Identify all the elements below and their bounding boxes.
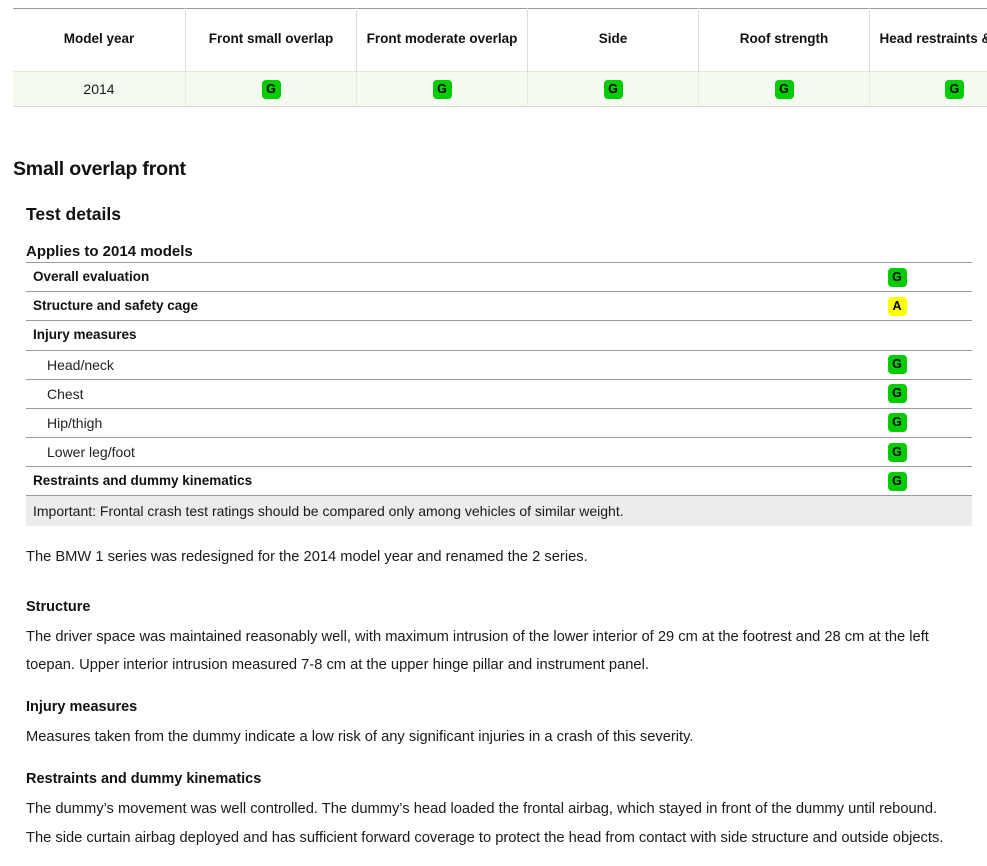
rating-badge: G xyxy=(888,268,907,287)
detail-rating-overall-evaluation: G xyxy=(886,268,908,287)
list-item: Overall evaluation G xyxy=(26,262,972,291)
rating-badge: G xyxy=(888,443,907,462)
applies-to-heading: Applies to 2014 models xyxy=(26,243,193,260)
list-item: Injury measures xyxy=(26,320,972,349)
rating-badge: G xyxy=(888,413,907,432)
rating-badge-side: G xyxy=(604,80,623,99)
test-narrative: The BMW 1 series was redesigned for the … xyxy=(26,543,953,866)
cell-front-small-overlap: G xyxy=(186,72,357,107)
vehicle-ratings-summary-table: Model year Front small overlap Front mod… xyxy=(13,8,962,107)
important-note-bar: Important: Frontal crash test ratings sh… xyxy=(26,495,972,526)
narrative-heading-restraints-and-dummy-kinematics: Restraints and dummy kinematics xyxy=(26,766,953,792)
detail-rating-structure-and-safety-cage: A xyxy=(886,297,908,316)
cell-head-restraints-seats: G xyxy=(870,72,987,107)
rating-badge-roof-strength: G xyxy=(775,80,794,99)
narrative-block-structure: Structure The driver space was maintaine… xyxy=(26,594,953,680)
list-item: Restraints and dummy kinematics G xyxy=(26,466,972,495)
cell-model-year: 2014 xyxy=(13,72,186,107)
rating-badge: G xyxy=(888,472,907,491)
detail-label-restraints-and-dummy-kinematics: Restraints and dummy kinematics xyxy=(33,467,252,495)
list-item: Chest G xyxy=(26,379,972,408)
summary-table-body: 2014 G G G G G xyxy=(13,72,987,107)
cell-roof-strength: G xyxy=(699,72,870,107)
detail-label-lower-leg-foot: Lower leg/foot xyxy=(47,438,135,466)
detail-rating-head-neck: G xyxy=(886,355,908,374)
column-header-side: Side xyxy=(528,9,699,72)
detail-label-overall-evaluation: Overall evaluation xyxy=(33,263,149,291)
rating-badge-front-moderate-overlap: G xyxy=(433,80,452,99)
list-item: Structure and safety cage A xyxy=(26,291,972,320)
list-item: Hip/thigh G xyxy=(26,408,972,437)
test-details-rating-list: Overall evaluation G Structure and safet… xyxy=(26,262,972,496)
detail-rating-lower-leg-foot: G xyxy=(886,443,908,462)
column-header-model-year: Model year xyxy=(13,9,186,72)
list-item: Head/neck G xyxy=(26,350,972,379)
rating-badge-head-restraints-seats: G xyxy=(945,80,964,99)
summary-table-head: Model year Front small overlap Front mod… xyxy=(13,9,987,72)
narrative-text-structure: The driver space was maintained reasonab… xyxy=(26,623,953,680)
column-header-roof-strength: Roof strength xyxy=(699,9,870,72)
column-header-head-restraints-seats: Head restraints & seats xyxy=(870,9,987,72)
narrative-heading-structure: Structure xyxy=(26,594,953,620)
page-title: Small overlap front xyxy=(13,158,186,181)
cell-side: G xyxy=(528,72,699,107)
column-header-front-moderate-overlap: Front moderate overlap xyxy=(357,9,528,72)
test-details-heading: Test details xyxy=(26,204,121,225)
narrative-block-restraints-and-dummy-kinematics: Restraints and dummy kinematics The dumm… xyxy=(26,766,953,852)
detail-label-structure-and-safety-cage: Structure and safety cage xyxy=(33,292,198,320)
summary-header-row: Model year Front small overlap Front mod… xyxy=(13,9,987,72)
narrative-text-restraints-and-dummy-kinematics: The dummy’s movement was well controlled… xyxy=(26,795,953,852)
detail-label-hip-thigh: Hip/thigh xyxy=(47,409,102,437)
narrative-block-injury-measures: Injury measures Measures taken from the … xyxy=(26,694,953,752)
important-note-text: Important: Frontal crash test ratings sh… xyxy=(33,496,624,526)
column-header-front-small-overlap: Front small overlap xyxy=(186,9,357,72)
rating-badge: A xyxy=(888,297,907,316)
rating-badge: G xyxy=(888,355,907,374)
detail-rating-chest: G xyxy=(886,384,908,403)
detail-rating-hip-thigh: G xyxy=(886,413,908,432)
rating-badge-front-small-overlap: G xyxy=(262,80,281,99)
detail-label-chest: Chest xyxy=(47,380,84,408)
narrative-heading-injury-measures: Injury measures xyxy=(26,694,953,720)
narrative-text-injury-measures: Measures taken from the dummy indicate a… xyxy=(26,723,953,752)
summary-table: Model year Front small overlap Front mod… xyxy=(13,8,987,107)
intro-paragraph: The BMW 1 series was redesigned for the … xyxy=(26,543,953,572)
detail-label-injury-measures: Injury measures xyxy=(33,321,137,349)
rating-badge: G xyxy=(888,384,907,403)
list-item: Lower leg/foot G xyxy=(26,437,972,466)
table-row: 2014 G G G G G xyxy=(13,72,987,107)
detail-rating-restraints-and-dummy-kinematics: G xyxy=(886,472,908,491)
cell-front-moderate-overlap: G xyxy=(357,72,528,107)
detail-label-head-neck: Head/neck xyxy=(47,351,114,379)
